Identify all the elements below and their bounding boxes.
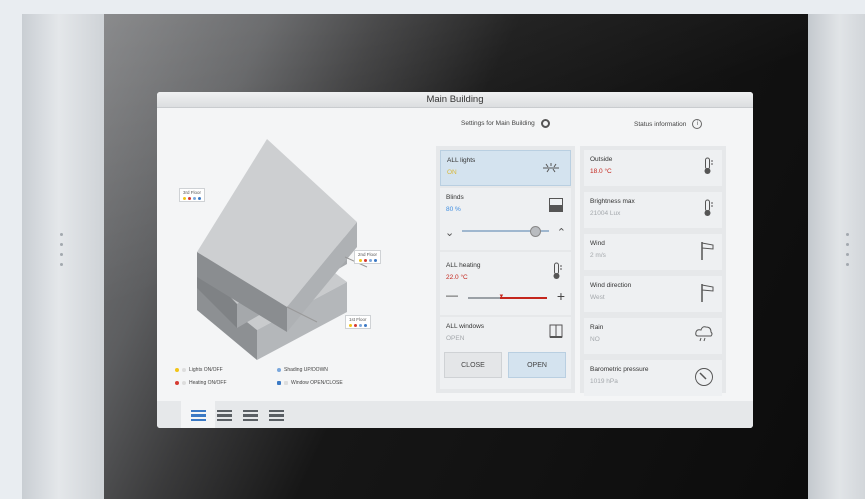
windows-value: OPEN (446, 335, 465, 342)
legend-lights: Lights ON/OFF (175, 367, 223, 373)
blinds-up-button[interactable]: ⌃ (557, 226, 566, 239)
status-wind: Wind 2 m/s (584, 234, 722, 270)
blinds-slider[interactable] (462, 226, 549, 237)
floor-label-2[interactable]: 2nd Floor (354, 250, 382, 264)
status-brightness: Brightness max 21004 Lux (584, 192, 722, 228)
heating-value: 22.0 °C (446, 274, 468, 281)
blinds-label: Blinds (446, 194, 464, 201)
thermometer-icon (704, 157, 713, 174)
window-icon (549, 324, 563, 338)
lights-value: ON (447, 169, 457, 176)
all-windows-tile: ALL windows OPEN CLOSE OPEN (440, 317, 571, 389)
nav-item-2[interactable] (217, 410, 232, 421)
settings-label: Settings for Main Building (461, 120, 535, 127)
heating-plus-button[interactable]: + (557, 288, 565, 304)
blinds-down-button[interactable]: ⌄ (445, 226, 454, 239)
building-graphic (197, 139, 368, 360)
controls-column: ALL lights ON Blinds 80 % ⌄ ⌃ ALL heatin… (436, 146, 575, 393)
light-icon (175, 368, 179, 372)
status-header[interactable]: Status information i (634, 119, 703, 129)
all-heating-tile[interactable]: ALL heating 22.0 °C — ▾ + (440, 252, 571, 315)
light-icon (543, 163, 559, 173)
wind-flag-icon (701, 284, 714, 302)
status-wind-direction: Wind direction West (584, 276, 722, 312)
all-lights-tile[interactable]: ALL lights ON (440, 150, 571, 186)
thermometer-icon (704, 199, 713, 216)
status-barometric-pressure: Barometric pressure 1019 hPa (584, 360, 722, 396)
legend-window: Window OPEN/CLOSE (277, 380, 343, 386)
device-bezel-right (808, 14, 865, 499)
rain-cloud-icon (695, 326, 713, 342)
floor-label-3[interactable]: 3rd Floor (179, 188, 206, 202)
nav-item-1[interactable] (191, 410, 206, 421)
barometer-icon (695, 368, 713, 386)
status-outside: Outside 18.0 °C (584, 150, 722, 186)
heating-icon (175, 381, 179, 385)
nav-item-3[interactable] (243, 410, 258, 421)
legend-heating: Heating ON/OFF (175, 380, 227, 386)
status-rain: Rain NO (584, 318, 722, 354)
thermometer-icon (553, 262, 562, 279)
heating-slider-handle[interactable]: ▾ (500, 292, 504, 300)
window-icon (277, 381, 281, 385)
gear-icon[interactable] (540, 119, 550, 128)
wind-flag-icon (701, 242, 714, 260)
settings-header[interactable]: Settings for Main Building (461, 119, 550, 128)
blinds-tile[interactable]: Blinds 80 % ⌄ ⌃ (440, 188, 571, 250)
windows-label: ALL windows (446, 323, 485, 330)
lights-label: ALL lights (447, 157, 476, 164)
blinds-slider-handle[interactable] (529, 226, 541, 237)
shading-icon (277, 368, 281, 372)
touch-screen: Main Building Settings for Main Building… (157, 92, 753, 428)
status-column: Outside 18.0 °C Brightness max 21004 Lux… (580, 146, 726, 396)
heating-minus-button[interactable]: — (446, 288, 458, 302)
legend-shading: Shading UP/DOWN (277, 367, 328, 373)
window-title: Main Building (157, 92, 753, 108)
nav-item-4[interactable] (269, 410, 284, 421)
status-label: Status information (634, 120, 687, 128)
close-button[interactable]: CLOSE (444, 352, 502, 378)
floor-label-1[interactable]: 1st Floor (345, 315, 371, 329)
info-icon[interactable]: i (692, 119, 703, 129)
floor-nav-bar (157, 401, 753, 428)
open-button[interactable]: OPEN (508, 352, 566, 378)
heating-label: ALL heating (446, 262, 481, 269)
heating-slider[interactable]: ▾ (468, 293, 547, 300)
building-illustration[interactable]: 3rd Floor 2nd Floor 1st Floor (157, 132, 427, 392)
blinds-value: 80 % (446, 206, 461, 213)
device-bezel-left (22, 14, 104, 499)
bezel-dots (846, 233, 849, 266)
blinds-icon (549, 198, 563, 212)
bezel-dots (60, 233, 63, 266)
